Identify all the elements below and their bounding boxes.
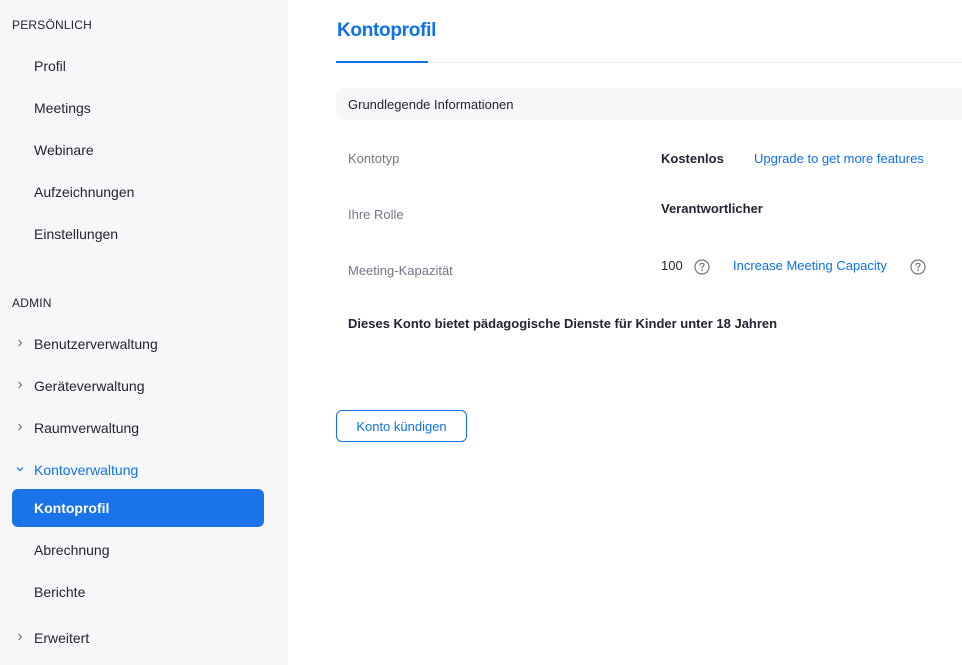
role-value: Verantwortlicher <box>661 201 763 216</box>
sidebar-item-label: Meetings <box>34 100 91 116</box>
sidebar-item-webinare[interactable]: Webinare <box>12 131 264 169</box>
sidebar-item-geraeteverwaltung[interactable]: Geräteverwaltung <box>12 367 264 405</box>
sidebar-item-label: Berichte <box>34 584 86 600</box>
sidebar-item-kontoverwaltung[interactable]: Kontoverwaltung <box>12 451 264 489</box>
section-title-admin: ADMIN <box>12 296 52 310</box>
help-circle-icon[interactable] <box>910 259 926 275</box>
sidebar-item-kontoprofil[interactable]: Kontoprofil <box>12 489 264 527</box>
sidebar-item-label: Kontoprofil <box>34 500 110 516</box>
sidebar: PERSÖNLICH Profil Meetings Webinare Aufz… <box>0 0 288 665</box>
sidebar-item-aufzeichnungen[interactable]: Aufzeichnungen <box>12 173 264 211</box>
sidebar-item-raumverwaltung[interactable]: Raumverwaltung <box>12 409 264 447</box>
sidebar-item-berichte[interactable]: Berichte <box>12 573 264 611</box>
role-label: Ihre Rolle <box>348 207 404 222</box>
sidebar-item-label: Webinare <box>34 142 94 158</box>
tab-kontoprofil[interactable]: Kontoprofil <box>337 20 436 42</box>
increase-capacity-link[interactable]: Increase Meeting Capacity <box>733 258 887 273</box>
chevron-right-icon <box>16 381 24 389</box>
section-header-label: Grundlegende Informationen <box>348 96 514 112</box>
chevron-right-icon <box>16 339 24 347</box>
sidebar-item-erweitert[interactable]: Erweitert <box>12 619 264 657</box>
upgrade-link[interactable]: Upgrade to get more features <box>754 151 924 166</box>
section-title-personal: PERSÖNLICH <box>12 18 93 32</box>
main-content: Kontoprofil Grundlegende Informationen K… <box>288 0 962 665</box>
sidebar-item-label: Geräteverwaltung <box>34 378 145 394</box>
cancel-account-button[interactable]: Konto kündigen <box>336 410 467 442</box>
section-header: Grundlegende Informationen <box>336 88 962 120</box>
capacity-label: Meeting-Kapazität <box>348 263 453 278</box>
chevron-down-icon <box>16 465 24 473</box>
chevron-right-icon <box>16 423 24 431</box>
capacity-value: 100 <box>661 258 683 273</box>
sidebar-item-benutzerverwaltung[interactable]: Benutzerverwaltung <box>12 325 264 363</box>
sidebar-item-label: Erweitert <box>34 630 90 646</box>
sidebar-item-einstellungen[interactable]: Einstellungen <box>12 215 264 253</box>
account-type-label: Kontotyp <box>348 151 400 166</box>
sidebar-item-label: Raumverwaltung <box>34 420 140 436</box>
tab-divider <box>336 62 962 63</box>
tab-active-indicator <box>336 61 428 63</box>
help-circle-icon[interactable] <box>694 259 710 275</box>
sidebar-item-profil[interactable]: Profil <box>12 47 264 85</box>
sidebar-item-label: Einstellungen <box>34 226 119 242</box>
sidebar-item-label: Benutzerverwaltung <box>34 336 158 352</box>
sidebar-item-label: Abrechnung <box>34 542 110 558</box>
sidebar-item-abrechnung[interactable]: Abrechnung <box>12 531 264 569</box>
sidebar-item-label: Aufzeichnungen <box>34 184 135 200</box>
sidebar-item-meetings[interactable]: Meetings <box>12 89 264 127</box>
account-type-value: Kostenlos <box>661 151 724 166</box>
chevron-right-icon <box>16 633 24 641</box>
education-notice: Dieses Konto bietet pädagogische Dienste… <box>348 316 778 331</box>
sidebar-item-label: Kontoverwaltung <box>34 462 139 478</box>
sidebar-item-label: Profil <box>34 58 66 74</box>
